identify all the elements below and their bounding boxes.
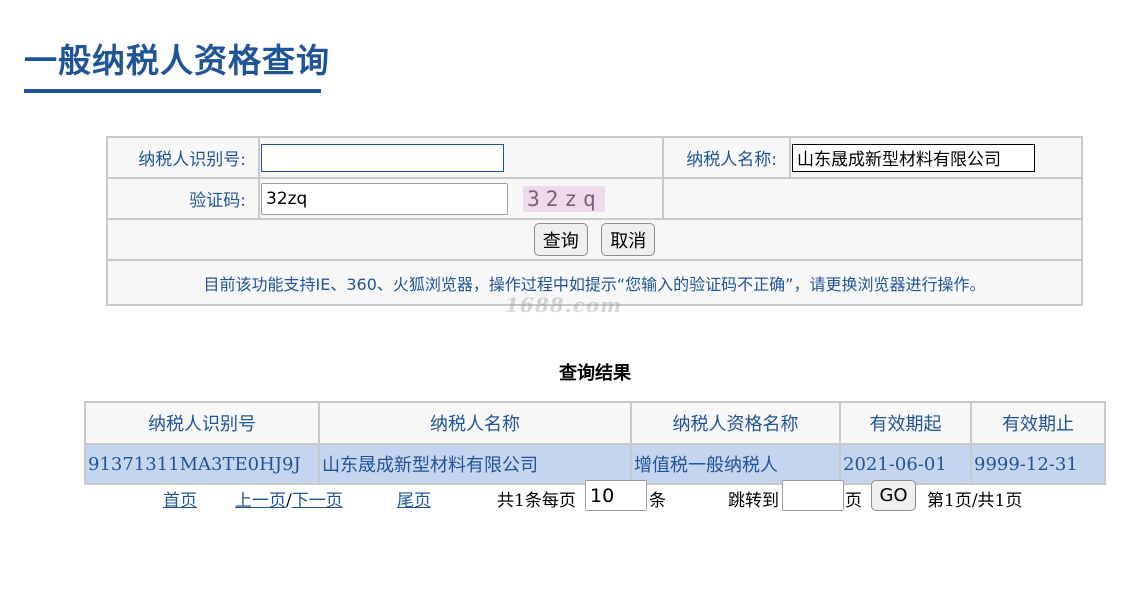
qualification-cell: 增值税一般纳税人 [630,443,841,485]
valid-to-cell: 9999-12-31 [970,443,1106,485]
taxpayer-name-input[interactable] [792,143,1035,172]
taxpayer-id-cell: 91371311MA3TE0HJ9J [84,443,320,485]
page-size-suffix: 条 [649,491,666,511]
captcha-image[interactable]: 32zq [523,185,606,212]
total-records-text: 共1条每页 [497,491,576,511]
cancel-button[interactable]: 取消 [601,223,656,256]
go-button[interactable]: GO [871,480,916,511]
column-header: 纳税人识别号 [84,401,320,445]
column-header: 纳税人资格名称 [630,401,841,445]
column-header: 有效期止 [970,401,1106,445]
prev-next-group: 上一页/下一页 [235,486,343,511]
watermark: 1688.com [505,293,623,317]
jump-suffix: 页 [845,491,862,511]
title-underline [24,89,321,93]
page-status: 第1页/共1页 [927,491,1023,511]
prev-page-link[interactable]: 上一页 [235,491,286,511]
button-row: 查询 取消 [106,218,1083,261]
results-table: 纳税人识别号 纳税人名称 纳税人资格名称 有效期起 有效期止 91371311M… [84,401,1106,485]
taxpayer-name-label: 纳税人名称: [662,136,791,179]
page-size-input[interactable] [585,480,647,511]
table-row[interactable]: 91371311MA3TE0HJ9J 山东晟成新型材料有限公司 增值税一般纳税人… [84,443,1106,485]
pagination: 首页 上一页/下一页 尾页 共1条每页 条 跳转到 页 GO 第1页/共1页 [0,480,1140,512]
last-page-link[interactable]: 尾页 [397,486,431,511]
jump-label: 跳转到 [728,491,779,511]
captcha-label: 验证码: [106,177,260,220]
jump-page-input[interactable] [782,480,844,511]
column-header: 纳税人名称 [318,401,632,445]
valid-from-cell: 2021-06-01 [839,443,972,485]
column-header: 有效期起 [839,401,972,445]
results-header-row: 纳税人识别号 纳税人名称 纳税人资格名称 有效期起 有效期止 [84,401,1106,445]
results-title: 查询结果 [559,363,631,384]
captcha-input[interactable] [261,182,508,215]
page-title: 一般纳税人资格查询 [24,41,330,80]
empty-cell [662,177,1083,220]
search-form: 纳税人识别号: 纳税人名称: 验证码: 32zq 查询 取消 目前该功能支持IE… [106,136,1083,306]
taxpayer-id-label: 纳税人识别号: [106,136,260,179]
taxpayer-id-input[interactable] [261,143,504,172]
query-button[interactable]: 查询 [533,223,588,256]
first-page-link[interactable]: 首页 [163,486,197,511]
next-page-link[interactable]: 下一页 [292,491,343,511]
taxpayer-name-cell: 山东晟成新型材料有限公司 [318,443,632,485]
